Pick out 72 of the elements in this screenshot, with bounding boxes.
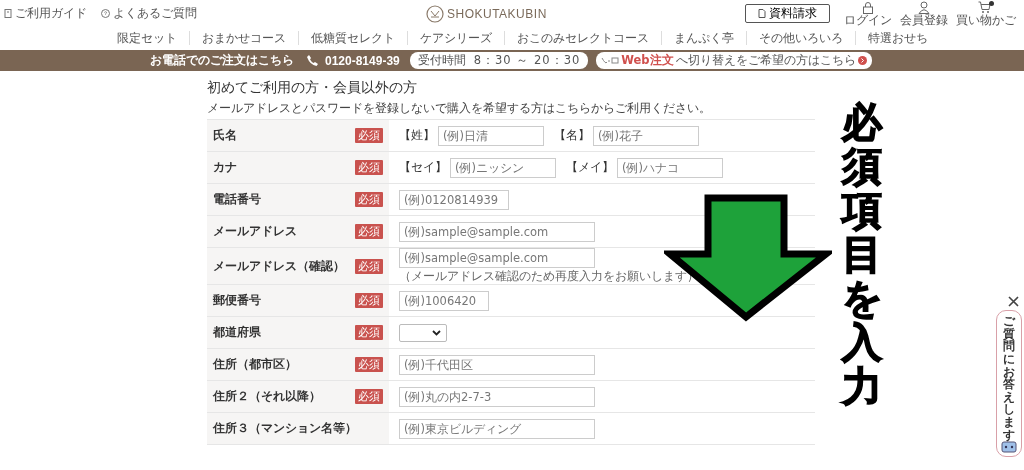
phone-icon — [306, 54, 319, 67]
web-order-link[interactable]: Web注文 へ切り替えをご希望の方はこちら — [596, 52, 872, 69]
document-icon — [758, 9, 766, 18]
required-badge: 必須 — [355, 389, 383, 404]
field-prefix: 【セイ】 — [399, 160, 447, 175]
chevron-icon — [432, 329, 441, 336]
input-field[interactable]: (例)sample@sample.com — [399, 221, 595, 242]
top-link[interactable]: ご利用ガイド — [4, 6, 87, 21]
field-label: メールアドレス（確認） — [213, 258, 345, 274]
input-field[interactable]: (例)千代田区 — [399, 354, 595, 375]
input-field[interactable]: (例)1006420 — [399, 290, 489, 311]
field-label: 住所（都市区） — [213, 357, 297, 372]
banner-text: お電話でのご注文はこちら — [150, 53, 294, 68]
nav-link[interactable]: 限定セット — [104, 31, 189, 45]
field-label: 住所２（それ以降） — [213, 389, 321, 404]
close-icon[interactable] — [1008, 296, 1019, 307]
input-field[interactable]: (例)sample@sample.com — [399, 248, 595, 268]
input-field[interactable]: (例)花子 — [593, 125, 699, 146]
cart-icon — [978, 0, 994, 14]
form-title: 初めてご利用の方・会員以外の方 — [207, 79, 418, 97]
input-field[interactable]: (例)東京ビルディング — [399, 418, 595, 439]
nav-link[interactable]: まんぷく亭 — [660, 31, 746, 45]
nav-link[interactable]: おこのみセレクトコース — [503, 31, 661, 45]
chevron-circle-icon — [857, 56, 867, 65]
callout-text: 必須項目を入力 — [842, 100, 882, 408]
field-prefix: 【名】 — [554, 128, 590, 143]
phone-to-computer-icon — [601, 56, 620, 65]
input-field[interactable]: (例)0120814939 — [399, 189, 509, 210]
field-label: 電話番号 — [213, 192, 261, 207]
required-badge: 必須 — [355, 293, 383, 308]
required-badge: 必須 — [355, 160, 383, 175]
book-icon — [4, 9, 12, 18]
phone-number: 0120-8149-39 — [325, 53, 400, 68]
logo-icon — [426, 4, 444, 23]
robot-icon — [1001, 441, 1017, 455]
field-label: カナ — [213, 160, 237, 175]
lock-icon — [862, 0, 874, 14]
hours-pill: 受付時間 8：30 ～ 20：30 — [409, 52, 589, 69]
prefecture-dropdown[interactable] — [399, 323, 447, 342]
input-field[interactable]: (例)日清 — [438, 125, 544, 146]
brochure-request-button[interactable]: 資料請求 — [745, 4, 830, 23]
required-badge: 必須 — [355, 357, 383, 372]
account-link[interactable]: 買い物かご — [956, 0, 1016, 27]
nav-link[interactable]: ケアシリーズ — [406, 31, 504, 45]
input-field[interactable]: (例)丸の内2-7-3 — [399, 386, 595, 407]
field-label: 都道府県 — [213, 325, 261, 340]
required-badge: 必須 — [355, 325, 383, 340]
person-icon — [918, 0, 930, 14]
field-label: 郵便番号 — [213, 293, 261, 308]
field-prefix: 【姓】 — [399, 128, 435, 143]
nav-link[interactable]: 特選おせち — [854, 31, 940, 45]
field-label: 氏名 — [213, 128, 237, 143]
form-note: メールアドレスとパスワードを登録しないで購入を希望する方はこちらからご利用ください。 — [207, 101, 712, 116]
input-field[interactable]: (例)ニッシン — [450, 157, 556, 178]
required-badge: 必須 — [355, 128, 383, 143]
field-label: メールアドレス — [213, 224, 297, 239]
nav-link[interactable]: 低糖質セレクト — [297, 31, 407, 45]
required-badge: 必須 — [355, 224, 383, 239]
logo-text: SHOKUTAKUBIN — [447, 6, 547, 21]
nav-link[interactable]: おまかせコース — [188, 31, 298, 45]
top-link[interactable]: よくあるご質問 — [101, 6, 197, 21]
down-arrow-icon — [664, 194, 832, 322]
required-badge: 必須 — [355, 258, 383, 274]
input-field[interactable]: (例)ハナコ — [617, 157, 723, 178]
required-badge: 必須 — [355, 192, 383, 207]
chat-widget[interactable]: ご質問にお答えします — [996, 310, 1022, 458]
question-icon — [101, 9, 110, 18]
account-link[interactable]: ログイン — [844, 0, 892, 27]
account-link[interactable]: 会員登録 — [900, 0, 948, 27]
nav-link[interactable]: その他いろいろ — [745, 31, 855, 45]
field-label: 住所３（マンション名等） — [213, 421, 357, 436]
field-prefix: 【メイ】 — [566, 160, 614, 175]
